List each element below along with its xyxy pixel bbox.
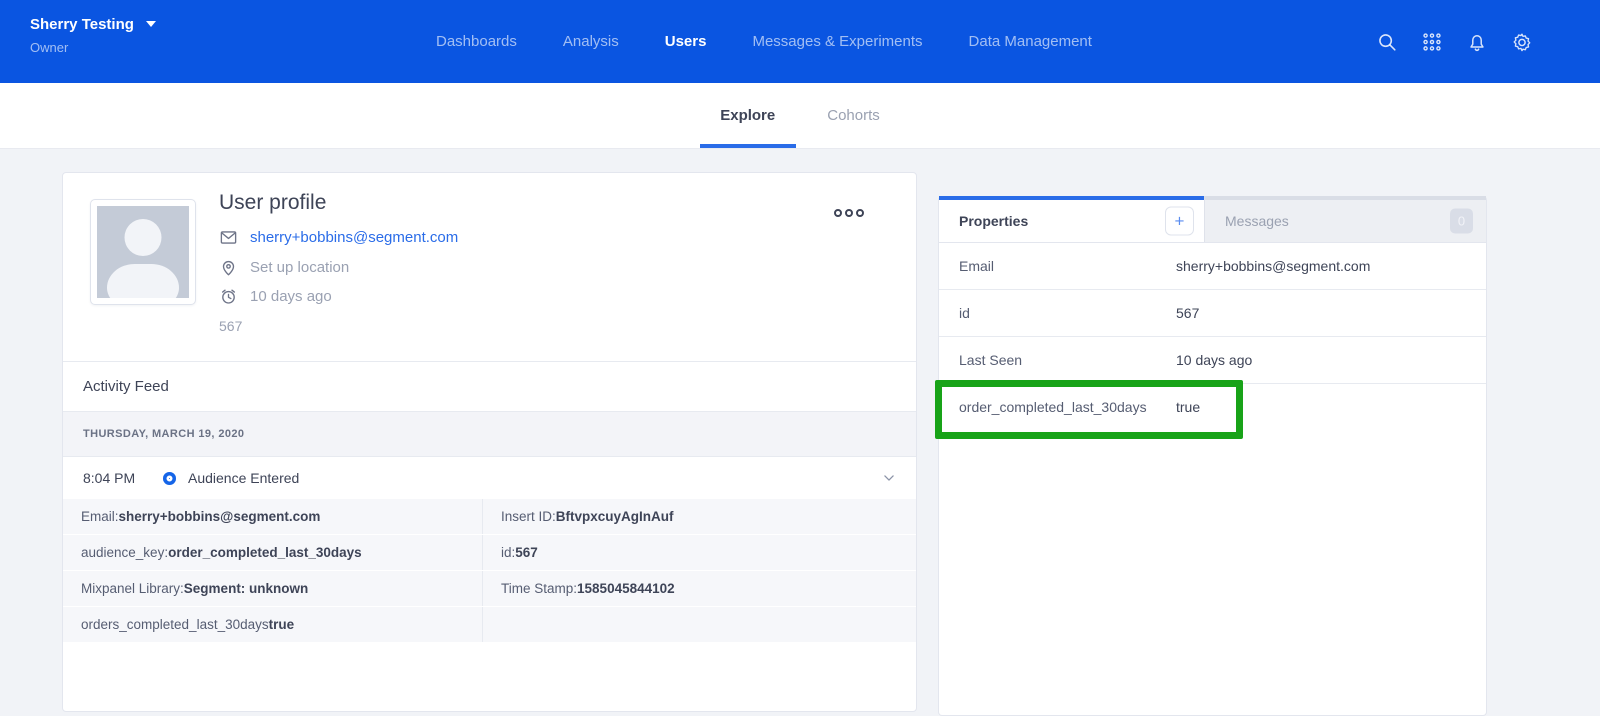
page-title: User profile — [219, 191, 326, 215]
avatar-placeholder-icon — [97, 206, 189, 298]
notifications-bell-icon[interactable] — [1466, 31, 1488, 53]
event-time: 8:04 PM — [83, 470, 145, 486]
profile-email-row: sherry+bobbins@segment.com — [219, 228, 458, 247]
event-detail-cell: Mixpanel Library: Segment: unknown — [63, 571, 482, 606]
alarm-clock-icon — [219, 287, 238, 306]
audience-event-dot-icon — [163, 472, 176, 485]
nav-item-dashboards[interactable]: Dashboards — [436, 33, 517, 50]
search-icon[interactable] — [1376, 31, 1398, 53]
property-key: id — [959, 305, 970, 321]
property-row-order-completed: order_completed_last_30days true — [939, 384, 1486, 430]
more-dot-icon — [834, 209, 842, 217]
event-detail-cell: id: 567 — [482, 535, 916, 570]
properties-messages-tabs: Properties + Messages 0 — [939, 196, 1486, 243]
location-pin-icon — [219, 258, 238, 277]
nav-item-analysis[interactable]: Analysis — [563, 33, 619, 50]
activity-feed-header: Activity Feed — [63, 362, 916, 412]
profile-last-seen-row: 10 days ago — [219, 287, 332, 306]
property-key: Email — [959, 258, 994, 274]
event-detail-cell: Time Stamp: 1585045844102 — [482, 571, 916, 606]
property-row-last-seen: Last Seen 10 days ago — [939, 337, 1486, 384]
activity-event-row[interactable]: 8:04 PM Audience Entered — [63, 457, 916, 499]
nav-item-data-management[interactable]: Data Management — [969, 33, 1092, 50]
event-detail-cell: audience_key: order_completed_last_30day… — [63, 535, 482, 570]
more-options-button[interactable] — [830, 205, 868, 221]
add-property-button[interactable]: + — [1165, 207, 1194, 236]
event-details-table: Email: sherry+bobbins@segment.com Insert… — [63, 499, 916, 642]
explore-cohorts-tabbar: Explore Cohorts — [0, 83, 1600, 149]
activity-feed-title: Activity Feed — [83, 378, 169, 395]
event-detail-cell-empty — [482, 607, 916, 642]
messages-count-badge: 0 — [1450, 209, 1473, 234]
profile-last-seen: 10 days ago — [250, 288, 332, 305]
nav-item-users[interactable]: Users — [665, 33, 707, 50]
profile-section: User profile sherry+bobbins@segment.com … — [63, 173, 916, 362]
project-selector[interactable]: Sherry Testing Owner — [30, 16, 156, 55]
event-name: Audience Entered — [188, 470, 299, 486]
tab-cohorts[interactable]: Cohorts — [801, 83, 906, 148]
project-role: Owner — [30, 40, 156, 55]
property-value: 567 — [1176, 305, 1199, 321]
tab-messages[interactable]: Messages 0 — [1204, 196, 1486, 242]
avatar — [90, 199, 196, 305]
event-detail-cell: orders_completed_last_30daystrue — [63, 607, 482, 642]
nav-item-messages-experiments[interactable]: Messages & Experiments — [752, 33, 922, 50]
settings-gear-icon[interactable] — [1511, 31, 1533, 53]
event-detail-cell: Insert ID: BftvpxcuyAgInAuf — [482, 499, 916, 534]
profile-email-link[interactable]: sherry+bobbins@segment.com — [250, 229, 458, 246]
activity-date-label: THURSDAY, MARCH 19, 2020 — [83, 428, 244, 440]
project-name: Sherry Testing — [30, 16, 134, 33]
property-key: Last Seen — [959, 352, 1022, 368]
top-header: Sherry Testing Owner Dashboards Analysis… — [0, 0, 1600, 83]
caret-down-icon — [146, 21, 156, 27]
property-key: order_completed_last_30days — [959, 399, 1147, 415]
chevron-down-icon[interactable] — [882, 471, 896, 485]
property-row-email: Email sherry+bobbins@segment.com — [939, 243, 1486, 290]
user-profile-card: User profile sherry+bobbins@segment.com … — [62, 172, 917, 712]
event-detail-cell: Email: sherry+bobbins@segment.com — [63, 499, 482, 534]
property-value: true — [1176, 399, 1200, 415]
properties-tab-label: Properties — [959, 213, 1028, 229]
tab-properties[interactable]: Properties + — [939, 196, 1204, 242]
primary-nav: Dashboards Analysis Users Messages & Exp… — [436, 0, 1092, 83]
properties-panel: Properties + Messages 0 Email sherry+bob… — [938, 196, 1487, 716]
property-email-link[interactable]: sherry+bobbins@segment.com — [1176, 258, 1370, 274]
envelope-icon — [219, 228, 238, 247]
profile-location-row: Set up location — [219, 258, 349, 277]
messages-tab-label: Messages — [1225, 213, 1289, 229]
property-value: 10 days ago — [1176, 352, 1252, 368]
set-up-location-prompt[interactable]: Set up location — [250, 259, 349, 276]
header-icon-group — [1376, 0, 1533, 83]
profile-user-id: 567 — [219, 318, 242, 334]
apps-grid-icon[interactable] — [1421, 31, 1443, 53]
tab-explore[interactable]: Explore — [694, 83, 801, 148]
more-dot-icon — [845, 209, 853, 217]
activity-date-band: THURSDAY, MARCH 19, 2020 — [63, 412, 916, 457]
more-dot-icon — [856, 209, 864, 217]
property-row-id: id 567 — [939, 290, 1486, 337]
